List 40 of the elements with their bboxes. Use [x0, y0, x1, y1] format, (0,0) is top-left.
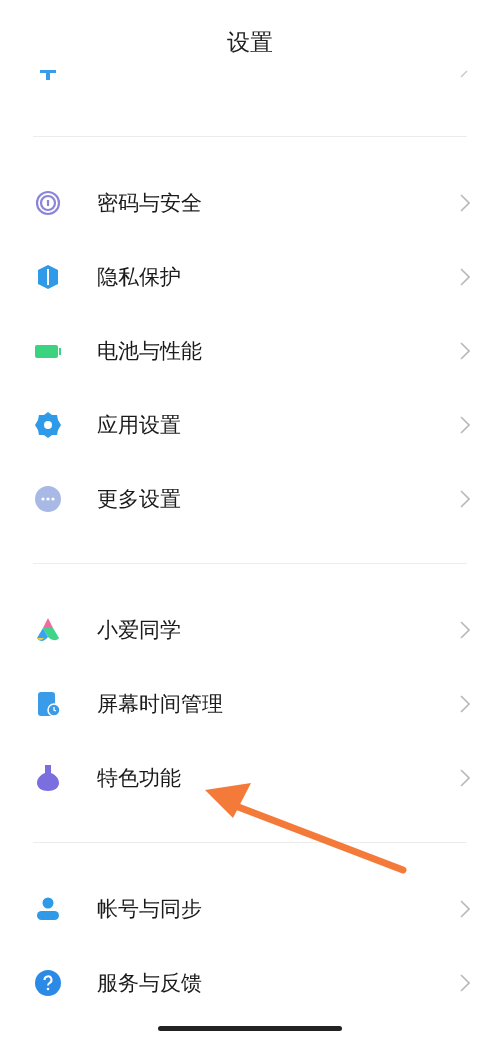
settings-item[interactable]: 隐私保护	[0, 240, 500, 314]
item-label: 特色功能	[97, 765, 182, 792]
chevron-icon	[460, 194, 470, 212]
more-icon	[34, 485, 62, 513]
settings-icon	[34, 411, 62, 439]
chevron-icon	[460, 416, 470, 434]
settings-item[interactable]: 电池与性能	[0, 314, 500, 388]
item-label: 电池与性能	[97, 338, 203, 365]
item-label: 服务与反馈	[97, 970, 203, 997]
person-icon	[34, 895, 62, 923]
settings-item[interactable]: 服务与反馈	[0, 946, 500, 1020]
page-title: 设置	[226, 28, 274, 57]
item-label: 更多设置	[97, 486, 182, 513]
help-icon	[34, 969, 62, 997]
chevron-icon	[460, 268, 470, 286]
chevron-icon	[460, 900, 470, 918]
chevron-icon	[460, 769, 470, 787]
chevron-icon	[460, 621, 470, 639]
chevron-icon	[460, 490, 470, 508]
assistant-icon	[34, 616, 62, 644]
brush-icon	[40, 70, 56, 80]
item-label: 屏幕时间管理	[97, 691, 224, 718]
settings-item[interactable]: 帐号与同步	[0, 872, 500, 946]
settings-item[interactable]: 小爱同学	[0, 593, 500, 667]
flask-icon	[34, 764, 62, 792]
settings-item[interactable]: 特色功能	[0, 741, 500, 815]
chevron-icon	[460, 974, 470, 992]
settings-item[interactable]: 密码与安全	[0, 166, 500, 240]
item-label: 应用设置	[97, 412, 182, 439]
settings-item[interactable]: 更多设置	[0, 462, 500, 536]
item-label: 密码与安全	[97, 190, 203, 217]
chevron-icon	[460, 342, 470, 360]
settings-item[interactable]: 应用设置	[0, 388, 500, 462]
chevron-icon	[460, 70, 468, 78]
item-label: 小爱同学	[97, 617, 182, 644]
item-label: 隐私保护	[97, 264, 182, 291]
chevron-icon	[460, 695, 470, 713]
settings-item[interactable]: 屏幕时间管理	[0, 667, 500, 741]
fingerprint-icon	[34, 189, 62, 217]
item-label: 帐号与同步	[97, 896, 203, 923]
